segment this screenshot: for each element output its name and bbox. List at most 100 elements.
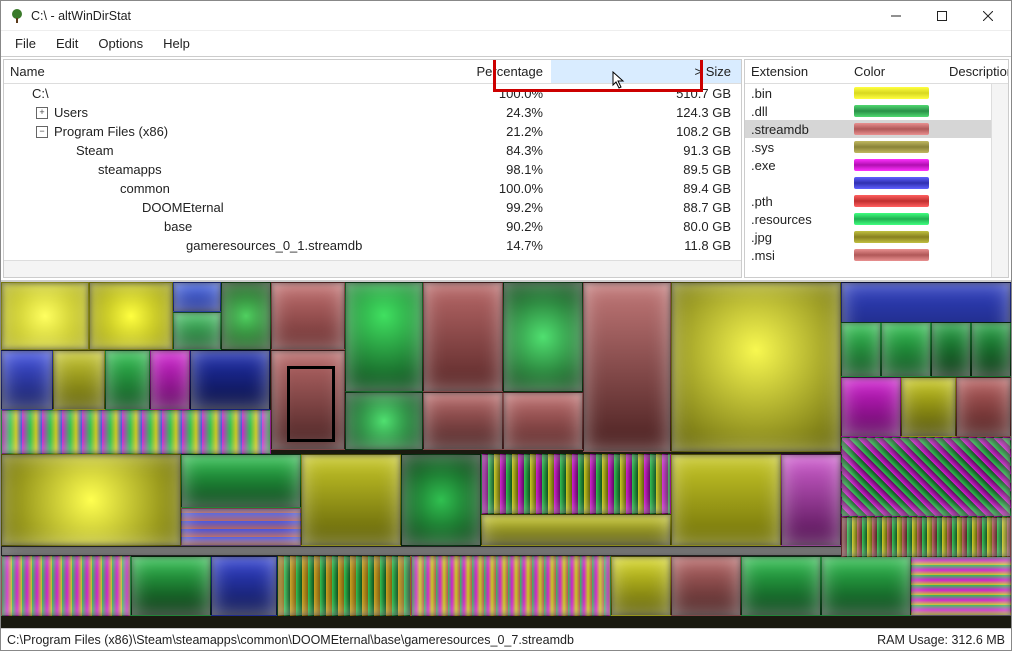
treemap-block[interactable] bbox=[671, 454, 781, 546]
treemap-block[interactable] bbox=[181, 508, 301, 546]
tree-row[interactable]: steamapps98.1%89.5 GB bbox=[4, 160, 741, 179]
treemap-block[interactable] bbox=[345, 392, 423, 450]
tree-item-label: common bbox=[120, 181, 170, 196]
treemap-block[interactable] bbox=[671, 556, 741, 616]
treemap-block[interactable] bbox=[671, 282, 841, 452]
treemap-block[interactable] bbox=[911, 556, 1011, 616]
color-swatch bbox=[854, 213, 929, 225]
tree-row[interactable]: gameresources_0_1.streamdb14.7%11.8 GB bbox=[4, 236, 741, 255]
treemap-block[interactable] bbox=[211, 556, 277, 616]
treemap-block[interactable] bbox=[841, 517, 1011, 557]
ext-row[interactable]: .streamdb bbox=[745, 120, 991, 138]
treemap-block[interactable] bbox=[423, 282, 503, 392]
tree-item-label: Users bbox=[54, 105, 88, 120]
treemap-block[interactable] bbox=[150, 350, 190, 410]
column-color[interactable]: Color bbox=[850, 64, 945, 79]
treemap-block[interactable] bbox=[271, 282, 345, 350]
column-size[interactable]: > Size bbox=[551, 60, 741, 83]
treemap-block[interactable] bbox=[1, 410, 271, 454]
tree-item-label: steamapps bbox=[98, 162, 162, 177]
maximize-button[interactable] bbox=[919, 1, 965, 31]
ext-label: .bin bbox=[745, 86, 850, 101]
tree-item-pct: 100.0% bbox=[451, 181, 551, 196]
tree-row[interactable]: −Program Files (x86)21.2%108.2 GB bbox=[4, 122, 741, 141]
minimize-button[interactable] bbox=[873, 1, 919, 31]
treemap-block[interactable] bbox=[411, 556, 611, 616]
treemap-block[interactable] bbox=[221, 282, 271, 350]
column-description[interactable]: Description bbox=[945, 64, 1008, 79]
menu-help[interactable]: Help bbox=[153, 33, 200, 54]
treemap-block[interactable] bbox=[53, 350, 105, 410]
treemap-block[interactable] bbox=[1, 556, 131, 616]
tree-item-label: Program Files (x86) bbox=[54, 124, 168, 139]
ext-row[interactable]: .exe bbox=[745, 156, 991, 174]
menu-file[interactable]: File bbox=[5, 33, 46, 54]
collapse-icon[interactable]: − bbox=[36, 126, 48, 138]
ext-row[interactable]: .dll bbox=[745, 102, 991, 120]
treemap-block[interactable] bbox=[173, 312, 221, 350]
treemap-block[interactable] bbox=[131, 556, 211, 616]
ext-row[interactable]: .bin bbox=[745, 84, 991, 102]
close-button[interactable] bbox=[965, 1, 1011, 31]
treemap-block[interactable] bbox=[423, 392, 503, 450]
treemap-block[interactable] bbox=[481, 454, 671, 514]
treemap-block[interactable] bbox=[821, 556, 911, 616]
tree-scrollbar[interactable] bbox=[4, 260, 741, 277]
tree-row[interactable]: DOOMEternal99.2%88.7 GB bbox=[4, 198, 741, 217]
treemap-block[interactable] bbox=[901, 377, 956, 437]
tree-row[interactable]: Steam84.3%91.3 GB bbox=[4, 141, 741, 160]
treemap-block[interactable] bbox=[841, 437, 1011, 517]
treemap-block[interactable] bbox=[481, 514, 671, 546]
treemap-block[interactable] bbox=[971, 322, 1011, 377]
treemap-block[interactable] bbox=[89, 282, 173, 350]
treemap-block[interactable] bbox=[1, 454, 181, 546]
treemap-block[interactable] bbox=[611, 556, 671, 616]
treemap-block[interactable] bbox=[173, 282, 221, 312]
treemap-block[interactable] bbox=[345, 282, 423, 392]
ext-row[interactable]: .resources bbox=[745, 210, 991, 228]
treemap-block[interactable] bbox=[190, 350, 270, 410]
tree-item-label: Steam bbox=[76, 143, 114, 158]
ext-scrollbar[interactable] bbox=[991, 84, 1008, 277]
treemap-block[interactable] bbox=[841, 322, 881, 377]
treemap-block[interactable] bbox=[781, 454, 841, 546]
treemap-block[interactable] bbox=[503, 282, 583, 392]
tree-row[interactable]: base90.2%80.0 GB bbox=[4, 217, 741, 236]
treemap-block[interactable] bbox=[841, 377, 901, 437]
expand-icon[interactable]: + bbox=[36, 107, 48, 119]
tree-item-pct: 21.2% bbox=[451, 124, 551, 139]
treemap-block[interactable] bbox=[1, 282, 89, 350]
treemap-block[interactable] bbox=[105, 350, 150, 410]
treemap-block[interactable] bbox=[181, 454, 301, 508]
column-extension[interactable]: Extension bbox=[745, 64, 850, 79]
treemap-block[interactable] bbox=[401, 454, 481, 546]
treemap-block[interactable] bbox=[741, 556, 821, 616]
ext-body[interactable]: .bin.dll.streamdb .sys.exe .pth.resources.… bbox=[745, 84, 991, 277]
treemap-block[interactable] bbox=[277, 556, 411, 616]
tree-item-pct: 100.0% bbox=[451, 86, 551, 101]
treemap-block[interactable] bbox=[583, 282, 671, 452]
treemap[interactable] bbox=[1, 282, 1011, 628]
treemap-block[interactable] bbox=[881, 322, 931, 377]
tree-row[interactable]: common100.0%89.4 GB bbox=[4, 179, 741, 198]
ext-row[interactable]: .pth bbox=[745, 192, 991, 210]
treemap-block[interactable] bbox=[301, 454, 401, 546]
ext-row[interactable]: .msi bbox=[745, 246, 991, 264]
treemap-block[interactable] bbox=[956, 377, 1011, 437]
tree-item-size: 80.0 GB bbox=[551, 219, 741, 234]
treemap-block[interactable] bbox=[503, 392, 583, 450]
ext-row[interactable]: .jpg bbox=[745, 228, 991, 246]
column-percentage[interactable]: Percentage bbox=[451, 64, 551, 79]
tree-item-pct: 84.3% bbox=[451, 143, 551, 158]
menu-edit[interactable]: Edit bbox=[46, 33, 88, 54]
treemap-block[interactable] bbox=[931, 322, 971, 377]
treemap-block[interactable] bbox=[1, 350, 53, 410]
ext-label: .sys bbox=[745, 140, 850, 155]
ext-row[interactable] bbox=[745, 174, 991, 192]
tree-row[interactable]: +Users24.3%124.3 GB bbox=[4, 103, 741, 122]
ext-row[interactable]: .sys bbox=[745, 138, 991, 156]
tree-body[interactable]: C:\100.0%510.7 GB+Users24.3%124.3 GB−Pro… bbox=[4, 84, 741, 260]
tree-row[interactable]: C:\100.0%510.7 GB bbox=[4, 84, 741, 103]
column-name[interactable]: Name bbox=[4, 64, 451, 79]
menu-options[interactable]: Options bbox=[88, 33, 153, 54]
